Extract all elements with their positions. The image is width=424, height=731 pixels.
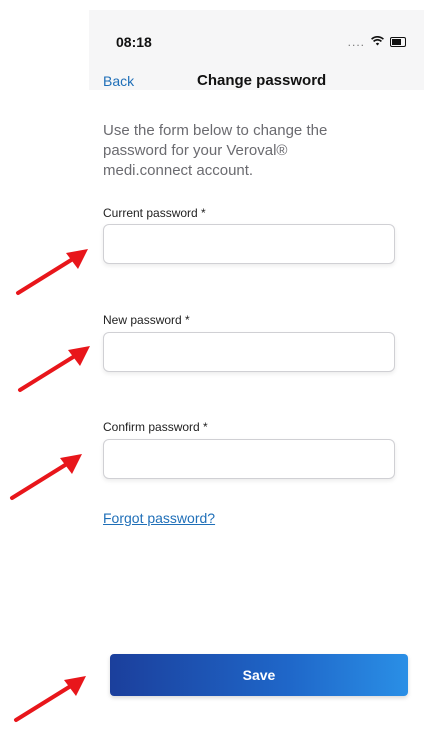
new-password-label: New password *	[103, 313, 190, 327]
confirm-password-field[interactable]	[103, 439, 395, 479]
navigation-bar: 08:18 .... Back Change password	[89, 10, 424, 90]
current-password-label: Current password *	[103, 206, 206, 220]
current-password-field[interactable]	[103, 224, 395, 264]
back-button[interactable]: Back	[103, 73, 134, 89]
annotation-arrow-icon	[16, 249, 88, 295]
battery-icon	[390, 36, 406, 47]
status-time: 08:18	[116, 34, 152, 50]
intro-text: Use the form below to change the passwor…	[103, 122, 328, 179]
status-icons: ....	[348, 34, 406, 49]
annotation-arrow-icon	[14, 676, 86, 722]
annotation-arrow-icon	[18, 346, 90, 392]
page-title: Change password	[197, 72, 327, 89]
forgot-password-link[interactable]: Forgot password?	[103, 510, 215, 526]
annotation-arrow-icon	[10, 454, 82, 500]
signal-icon: ....	[347, 34, 365, 49]
phone-screen: 08:18 .... Back Change password Use the …	[89, 0, 424, 731]
confirm-password-label: Confirm password *	[103, 420, 208, 434]
save-button[interactable]: Save	[110, 654, 408, 696]
wifi-icon	[371, 34, 384, 49]
new-password-field[interactable]	[103, 332, 395, 372]
